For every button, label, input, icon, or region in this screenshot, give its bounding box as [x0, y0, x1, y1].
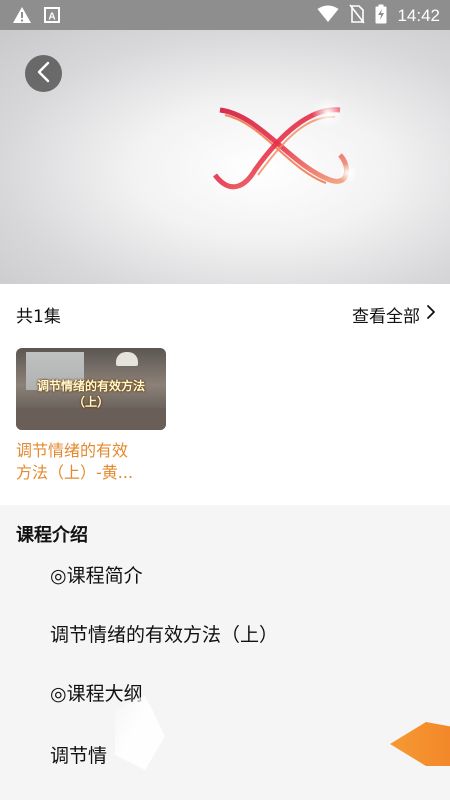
course-intro-heading: 课程介绍	[16, 525, 88, 546]
thumbnail-title: 调节情绪的有效方法 （上）	[16, 378, 166, 410]
episode-title-line2: 方法（上）-黄...	[16, 463, 134, 482]
status-bar: A 14:42	[0, 0, 450, 30]
episode-card[interactable]: 调节情绪的有效方法 （上） 调节情绪的有效 方法（上）-黄...	[16, 348, 168, 484]
intro-line-outline-text: 调节情	[50, 745, 108, 767]
episode-thumbnail: 调节情绪的有效方法 （上）	[16, 348, 166, 430]
warning-icon	[12, 6, 32, 28]
view-all-button[interactable]: 查看全部	[352, 302, 436, 327]
thumbnail-title-line1: 调节情绪的有效方法	[36, 379, 145, 393]
no-sim-icon	[349, 4, 366, 28]
episode-count: 共1集	[16, 307, 61, 327]
intro-line-summary-title: ◎课程简介	[50, 565, 143, 587]
episodes-header: 共1集 查看全部	[0, 284, 450, 340]
video-player[interactable]	[0, 30, 450, 284]
status-time: 14:42	[397, 6, 440, 25]
thumbnail-desk-decor	[16, 408, 166, 430]
episode-title-line1: 调节情绪的有效	[16, 441, 129, 460]
thumbnail-title-line2: （上）	[72, 395, 109, 409]
episode-title: 调节情绪的有效 方法（上）-黄...	[16, 440, 156, 484]
a-box-icon: A	[44, 7, 60, 27]
chevron-left-icon	[36, 61, 52, 87]
video-logo-swirl	[200, 95, 360, 219]
intro-line-outline-title: ◎课程大纲	[50, 683, 143, 705]
battery-charging-icon	[375, 4, 387, 28]
thumbnail-lamp-decor	[116, 352, 138, 366]
course-intro-section: 课程介绍 ◎课程简介 调节情绪的有效方法（上） ◎课程大纲 调节情	[0, 505, 450, 800]
back-button[interactable]	[25, 55, 62, 92]
wifi-icon	[317, 5, 339, 27]
svg-text:A: A	[48, 12, 55, 23]
view-all-label: 查看全部	[352, 307, 420, 327]
chevron-right-icon	[426, 304, 436, 325]
intro-line-summary-text: 调节情绪的有效方法（上）	[50, 624, 279, 646]
